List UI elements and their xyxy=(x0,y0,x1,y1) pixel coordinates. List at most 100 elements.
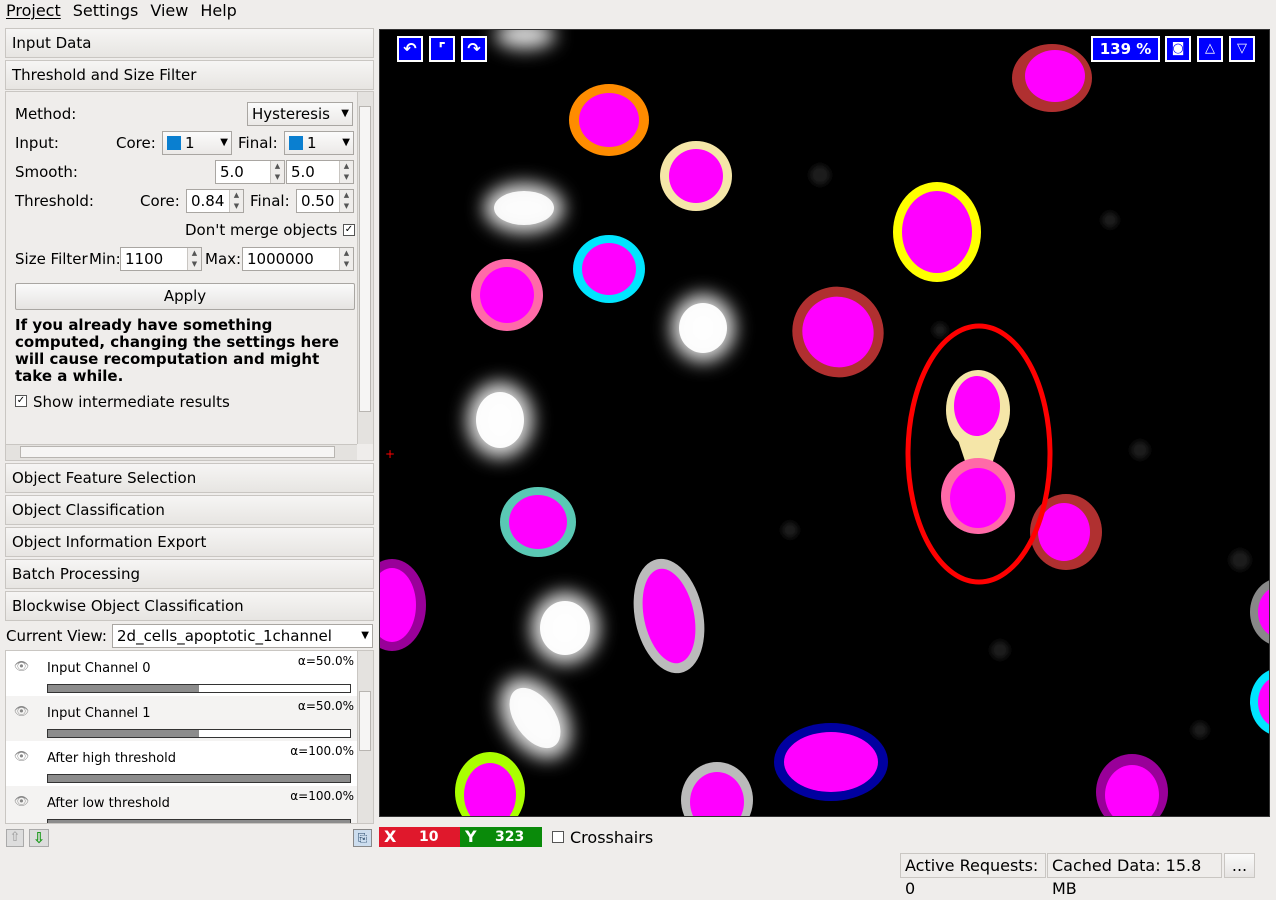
applet-object-feature-selection[interactable]: Object Feature Selection xyxy=(5,463,374,493)
h-scroll-thumb[interactable] xyxy=(20,446,335,458)
applet-object-classification[interactable]: Object Classification xyxy=(5,495,374,525)
channel-color-swatch xyxy=(289,136,303,150)
applet-batch-processing[interactable]: Batch Processing xyxy=(5,559,374,589)
min-label: Min: xyxy=(89,250,121,268)
layer-alpha: α=100.0% xyxy=(290,744,354,758)
layer-alpha: α=100.0% xyxy=(290,789,354,803)
y-coordinate: Y 323 xyxy=(460,827,542,847)
x-coordinate: X 10 xyxy=(379,827,460,847)
scroll-thumb[interactable] xyxy=(359,691,371,751)
camera-icon[interactable]: ◙ xyxy=(1165,36,1191,62)
scroll-thumb[interactable] xyxy=(359,106,371,412)
undo-icon[interactable]: ↶ xyxy=(397,36,423,62)
show-intermediate-label: Show intermediate results xyxy=(33,393,230,411)
crosshairs-checkbox[interactable] xyxy=(552,831,564,843)
opacity-slider[interactable] xyxy=(47,729,351,738)
segmentation-canvas[interactable]: + xyxy=(380,30,1270,817)
th-final-spinbox[interactable]: 0.50 ▲ ▼ xyxy=(296,189,354,213)
layer-alpha: α=50.0% xyxy=(297,699,354,713)
eye-icon[interactable]: 👁 xyxy=(14,794,29,808)
layer-item[interactable]: 👁 After high threshold α=100.0% xyxy=(6,741,358,786)
panel-vertical-scrollbar[interactable] xyxy=(357,92,373,444)
opacity-fill xyxy=(48,820,350,823)
image-viewer[interactable]: + ↶ ⌜ ↷ 139 % ◙ △ ▽ xyxy=(379,29,1270,817)
menu-settings[interactable]: Settings xyxy=(67,0,145,22)
th-final-value: 0.50 xyxy=(301,192,335,210)
opacity-slider[interactable] xyxy=(47,819,351,823)
max-size-spinbox[interactable]: 1000000 ▲ ▼ xyxy=(242,247,354,271)
applet-object-information-export[interactable]: Object Information Export xyxy=(5,527,374,557)
channel-color-swatch xyxy=(167,136,181,150)
dont-merge-checkbox[interactable]: ✓ xyxy=(343,224,355,236)
move-layer-up-icon[interactable]: ⇧ xyxy=(6,829,24,847)
spin-arrows-icon[interactable]: ▲ ▼ xyxy=(270,161,284,183)
opacity-fill xyxy=(48,730,199,737)
panel-horizontal-scrollbar[interactable] xyxy=(6,444,357,460)
apply-button[interactable]: Apply xyxy=(15,283,355,310)
opacity-slider[interactable] xyxy=(47,774,351,783)
final-channel-dropdown[interactable]: 1 ▼ xyxy=(284,131,354,155)
applet-blockwise-object-classification[interactable]: Blockwise Object Classification xyxy=(5,591,374,621)
th-core-spinbox[interactable]: 0.84 ▲ ▼ xyxy=(186,189,244,213)
more-button[interactable]: ... xyxy=(1224,853,1255,878)
spin-arrows-icon[interactable]: ▲ ▼ xyxy=(339,161,353,183)
layer-item[interactable]: 👁 Input Channel 0 α=50.0% xyxy=(6,651,358,696)
triangle-up-icon[interactable]: △ xyxy=(1197,36,1223,62)
method-dropdown[interactable]: Hysteresis ▼ xyxy=(247,102,353,126)
layer-item[interactable]: 👁 Input Channel 1 α=50.0% xyxy=(6,696,358,741)
spin-arrows-icon[interactable]: ▲ ▼ xyxy=(339,248,353,270)
smooth-y-spinbox[interactable]: 5.0 ▲ ▼ xyxy=(286,160,354,184)
layer-list: 👁 Input Channel 0 α=50.0% 👁 Input Channe… xyxy=(5,650,374,824)
th-core-label: Core: xyxy=(140,192,180,210)
threshold-label: Threshold: xyxy=(15,192,94,210)
layer-name: After low threshold xyxy=(47,796,170,811)
applet-drawer: Input Data Threshold and Size Filter xyxy=(5,28,374,92)
menu-bar: Project Settings View Help xyxy=(0,0,1276,22)
eye-icon[interactable]: 👁 xyxy=(14,749,29,763)
min-size-spinbox[interactable]: 1100 ▲ ▼ xyxy=(120,247,202,271)
layer-list-scrollbar[interactable] xyxy=(357,651,373,823)
triangle-down-icon[interactable]: ▽ xyxy=(1229,36,1255,62)
current-view-value: 2d_cells_apoptotic_1channel xyxy=(117,627,332,645)
crosshair-marker: + xyxy=(385,447,395,461)
chevron-down-icon: ▼ xyxy=(361,630,369,641)
zoom-level[interactable]: 139 % xyxy=(1091,36,1160,62)
spin-arrows-icon[interactable]: ▲ ▼ xyxy=(187,248,201,270)
chevron-down-icon: ▼ xyxy=(341,108,349,119)
show-intermediate-checkbox[interactable]: ✓ xyxy=(15,395,27,407)
current-view-label: Current View: xyxy=(6,627,107,645)
max-size-value: 1000000 xyxy=(247,250,314,268)
layer-export-icon[interactable]: ⎘ xyxy=(353,829,372,847)
applet-input-data[interactable]: Input Data xyxy=(5,28,374,58)
max-label: Max: xyxy=(205,250,242,268)
eye-icon[interactable]: 👁 xyxy=(14,704,29,718)
layer-item[interactable]: 👁 After low threshold α=100.0% xyxy=(6,786,358,823)
applet-threshold[interactable]: Threshold and Size Filter xyxy=(5,60,374,90)
menu-project[interactable]: Project xyxy=(0,0,67,22)
opacity-slider[interactable] xyxy=(47,684,351,693)
layer-name: Input Channel 1 xyxy=(47,706,151,721)
smooth-label: Smooth: xyxy=(15,163,78,181)
spin-arrows-icon[interactable]: ▲ ▼ xyxy=(229,190,243,212)
menu-view[interactable]: View xyxy=(144,0,194,22)
smooth-y-value: 5.0 xyxy=(291,163,315,181)
applet-drawer-lower: Object Feature Selection Object Classifi… xyxy=(5,463,374,623)
smooth-x-spinbox[interactable]: 5.0 ▲ ▼ xyxy=(215,160,285,184)
th-final-label: Final: xyxy=(250,192,290,210)
min-size-value: 1100 xyxy=(125,250,164,268)
redo-icon[interactable]: ↷ xyxy=(461,36,487,62)
core-channel-dropdown[interactable]: 1 ▼ xyxy=(162,131,232,155)
chevron-down-icon: ▼ xyxy=(342,137,350,148)
maximize-icon[interactable]: ⌜ xyxy=(429,36,455,62)
eye-icon[interactable]: 👁 xyxy=(14,659,29,673)
active-requests: Active Requests: 0 xyxy=(900,853,1046,898)
y-value: 323 xyxy=(495,829,525,845)
final-label: Final: xyxy=(238,134,278,152)
spin-arrows-icon[interactable]: ▲ ▼ xyxy=(339,190,353,212)
move-layer-down-icon[interactable]: ⇩ xyxy=(29,829,49,847)
smooth-x-value: 5.0 xyxy=(220,163,244,181)
menu-help[interactable]: Help xyxy=(194,0,242,22)
current-view-dropdown[interactable]: 2d_cells_apoptotic_1channel ▼ xyxy=(112,624,373,648)
y-label: Y xyxy=(465,827,477,846)
opacity-fill xyxy=(48,685,199,692)
